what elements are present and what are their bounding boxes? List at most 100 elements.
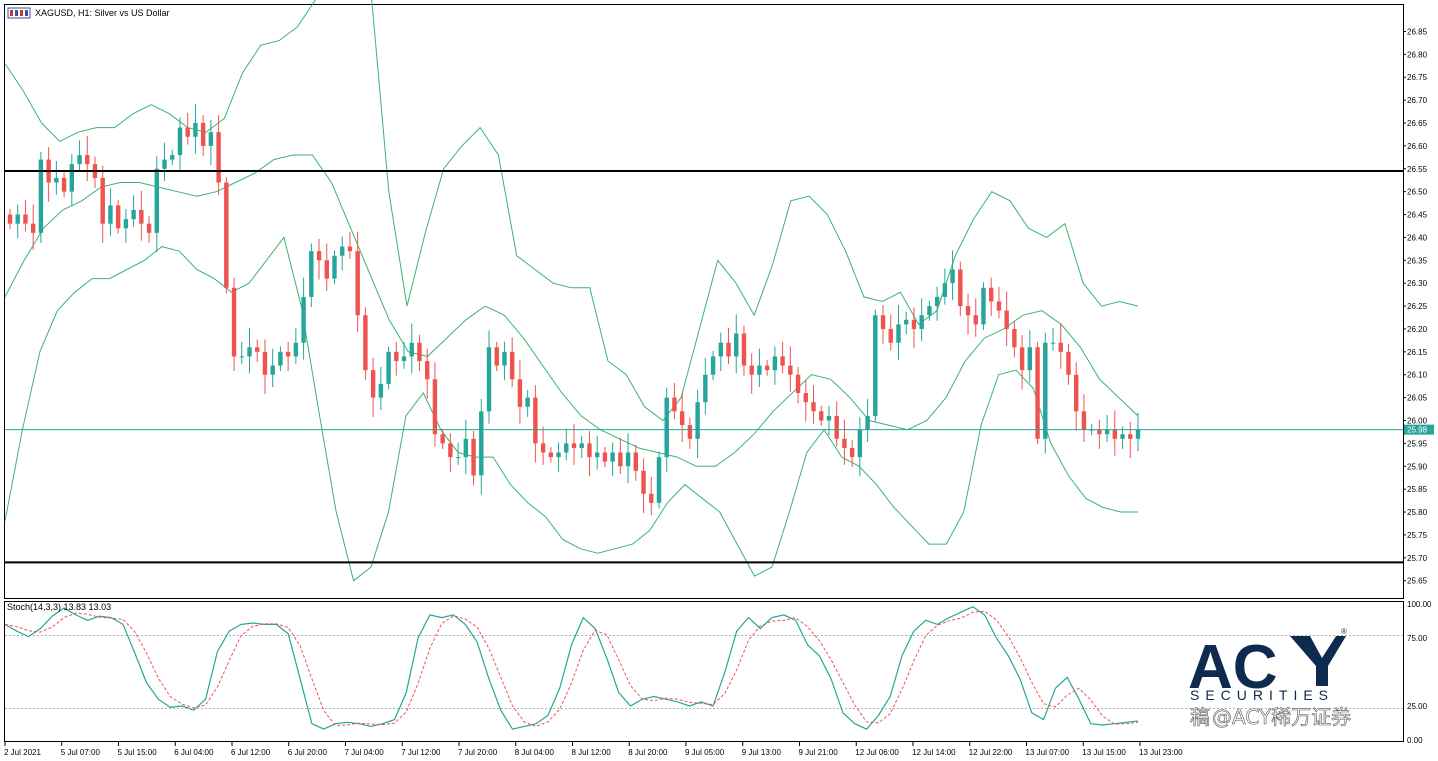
candlesticks (7, 103, 1141, 516)
candle-body (208, 132, 214, 146)
current-price-label: 25.98 (1407, 426, 1428, 435)
symbol-icon-bar (20, 10, 23, 16)
horizontal-levels[interactable] (5, 170, 1403, 564)
candle-body (811, 402, 816, 412)
candle-body (332, 255, 337, 279)
price-tick-label: 26.35 (1407, 256, 1428, 265)
candle-body (772, 356, 778, 371)
symbol-icon-bar (25, 10, 28, 16)
candle-body (278, 351, 283, 366)
candle-body (425, 361, 430, 380)
stoch-tick-label: 75.00 (1407, 634, 1428, 643)
candle-body (1128, 434, 1133, 439)
price-tick-label: 25.75 (1407, 531, 1428, 540)
candle-body (479, 411, 484, 476)
price-tick-label: 26.25 (1407, 302, 1428, 311)
candle-body (146, 223, 152, 233)
candle-body (656, 457, 662, 503)
candle-body (958, 269, 963, 307)
candle-body (154, 168, 159, 233)
logo-registered: ® (1341, 627, 1347, 636)
candle-body (100, 177, 105, 224)
candle-body (386, 351, 391, 384)
candle-body (301, 296, 306, 343)
candle-body (324, 260, 329, 279)
time-tick-label: 5 Jul 15:00 (118, 748, 158, 757)
candle-body (30, 223, 36, 233)
candle-body (610, 452, 615, 462)
candle-body (819, 411, 824, 421)
acy-logo: AC SECURITIES ® (1188, 627, 1347, 703)
candle-body (587, 443, 592, 458)
candle-body (262, 351, 268, 375)
candle-body (115, 205, 121, 229)
candle-body (502, 351, 507, 366)
candle-body (602, 452, 608, 462)
candle-body (726, 342, 731, 357)
candle-body (795, 374, 801, 394)
candle-body (703, 374, 708, 403)
time-tick-label: 9 Jul 13:00 (742, 748, 782, 757)
symbol-icon-bar (10, 10, 13, 16)
candle-body (77, 155, 82, 165)
candle-body (494, 347, 499, 366)
price-tick-label: 26.50 (1407, 188, 1428, 197)
candle-body (85, 155, 90, 165)
candle-body (896, 324, 901, 343)
candle-body (309, 251, 314, 297)
candle-body (672, 397, 677, 412)
candle-body (548, 452, 554, 458)
candle-body (981, 287, 986, 325)
candle-body (486, 347, 492, 412)
bollinger-lower (4, 236, 1138, 582)
price-tick-label: 26.30 (1407, 279, 1428, 288)
candle-body (1097, 429, 1102, 435)
candle-body (123, 219, 129, 229)
candle-body (764, 365, 770, 371)
candle-body (842, 438, 847, 448)
price-tick-label: 25.70 (1407, 554, 1428, 563)
candle-body (734, 333, 739, 357)
candle-body (695, 402, 700, 439)
candle-body (649, 493, 654, 503)
candle-body (625, 452, 631, 467)
time-tick-label: 6 Jul 20:00 (288, 748, 328, 757)
price-chart[interactable]: 26.85 26.80 26.75 26.70 26.65 26.60 26.55 26.50… (0, 0, 1438, 761)
candle-body (919, 315, 924, 329)
time-tick-label: 12 Jul 14:00 (912, 748, 956, 757)
candle-body (1104, 429, 1110, 435)
candle-body (1058, 342, 1063, 352)
time-tick-label: 8 Jul 20:00 (628, 748, 668, 757)
price-tick-label: 26.70 (1407, 96, 1428, 105)
price-tick-label: 26.85 (1407, 27, 1428, 36)
candle-body (108, 205, 113, 224)
time-tick-label: 7 Jul 20:00 (458, 748, 498, 757)
candle-body (973, 315, 978, 325)
price-tick-label: 26.55 (1407, 165, 1428, 174)
candle-body (409, 342, 414, 357)
candle-body (255, 347, 260, 352)
candle-body (23, 214, 28, 224)
candle-body (965, 306, 971, 316)
candle-body (200, 123, 206, 146)
candle-body (69, 164, 75, 192)
candle-body (679, 411, 685, 426)
candle-body (170, 155, 175, 160)
time-tick-label: 12 Jul 22:00 (969, 748, 1013, 757)
price-tick-label: 26.05 (1407, 394, 1428, 403)
candle-body (788, 365, 793, 375)
candle-body (517, 379, 523, 407)
candle-body (1135, 429, 1141, 439)
candle-body (177, 127, 183, 156)
stoch-tick-label: 100.00 (1407, 600, 1432, 609)
time-tick-label: 12 Jul 06:00 (855, 748, 899, 757)
candle-body (285, 351, 291, 357)
candle-body (378, 383, 384, 398)
candle-body (293, 342, 299, 357)
time-axis: 2 Jul 2021 5 Jul 07:00 5 Jul 15:00 6 Jul 04… (4, 742, 1183, 757)
candle-body (757, 365, 762, 375)
candle-body (911, 319, 917, 329)
candle-body (347, 246, 353, 252)
main-pane-frame (4, 4, 1404, 599)
candle-body (216, 132, 221, 183)
